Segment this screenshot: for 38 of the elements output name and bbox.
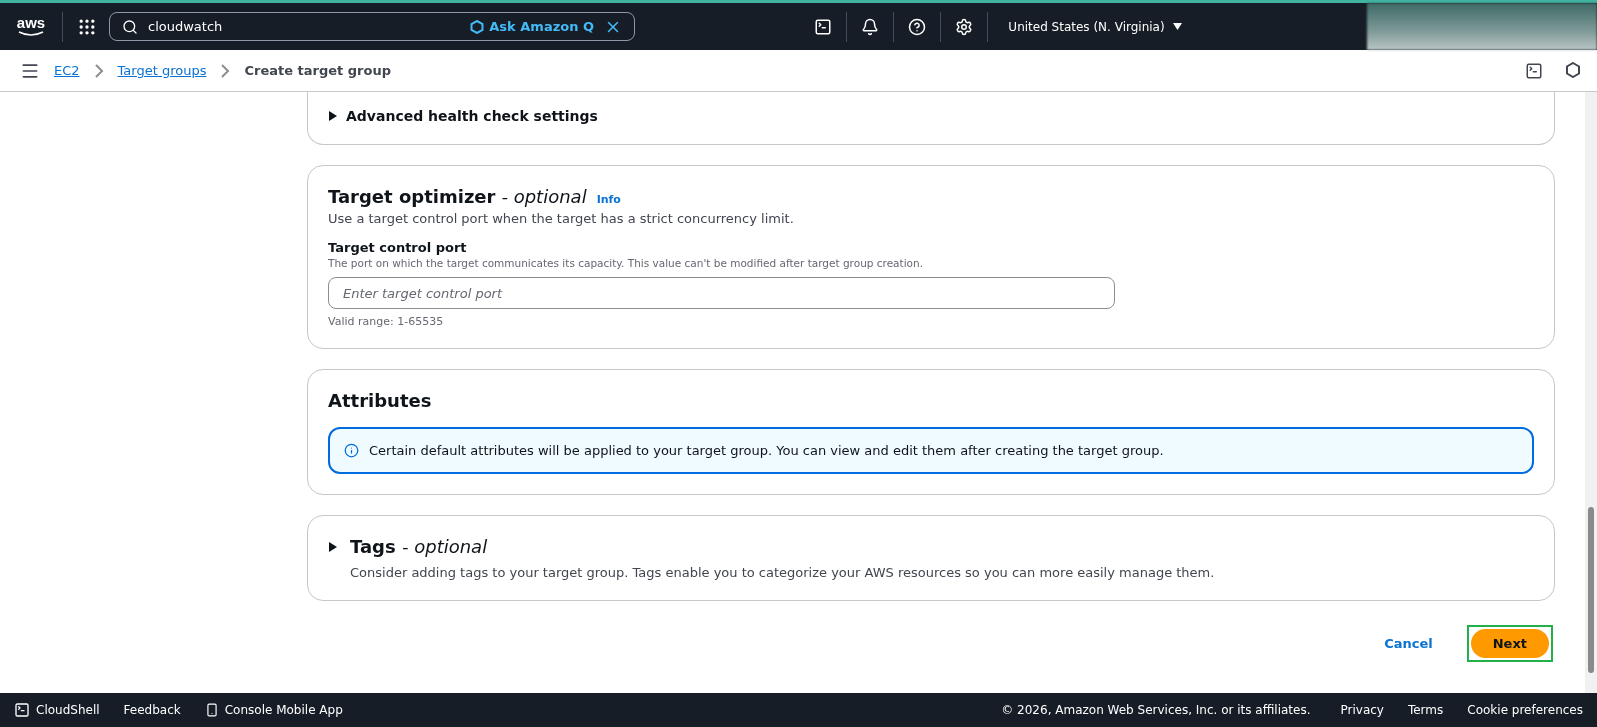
section-description: Consider adding tags to your target group. Tags enable you to categorize your AWS resources so you can more easily manage them. — [350, 565, 1216, 580]
hexagon-icon — [470, 19, 485, 34]
footer-link[interactable]: Terms — [1407, 703, 1444, 717]
footer-link[interactable]: Privacy — [1340, 703, 1384, 717]
field-hint: The port on which the target communicates its capacity. This value can't be modified after target group creation. — [328, 257, 924, 269]
alert-text: Certain default attributes will be applied to your target group. You can view and edit them after creating the target group. — [369, 443, 1164, 458]
expander-header[interactable]: Advanced health check settings — [328, 108, 598, 124]
section-description: Use a target control port when the target has a strict concurrency limit. — [328, 211, 795, 226]
constraint-text: Valid range: 1-65535 — [328, 315, 445, 328]
copyright-text: © 2026, Amazon Web Services, Inc. or its affiliates. — [1001, 703, 1311, 717]
search-icon — [122, 18, 138, 35]
section-title: Attributes — [328, 390, 433, 411]
expander-header[interactable]: Tags - optional — [328, 536, 488, 557]
breadcrumb-link[interactable]: EC2 — [54, 63, 80, 78]
input-field[interactable]: Enter target control port — [328, 277, 1115, 309]
phone-icon — [204, 703, 219, 717]
next-button[interactable]: Next — [1470, 629, 1549, 658]
footer-link[interactable]: CloudShell — [14, 702, 100, 718]
info-icon — [344, 443, 359, 458]
region-selector[interactable]: United States (N. Virginia) — [988, 19, 1202, 34]
footer-link[interactable]: Console Mobile App — [204, 703, 343, 717]
caret-icon — [1172, 23, 1182, 30]
chevron-icon — [93, 63, 104, 78]
breadcrumb-link[interactable]: Target groups — [117, 63, 207, 78]
current-page-title: Create target group — [244, 63, 392, 78]
footer-link[interactable]: Cookie preferences — [1467, 703, 1583, 717]
ask-q-button[interactable]: Ask Amazon Q — [470, 19, 594, 34]
search-field[interactable]: cloudwatch Ask Amazon Q — [109, 12, 635, 41]
terminal-icon — [14, 702, 30, 718]
info-link[interactable]: Info — [596, 193, 621, 206]
footer-link[interactable]: Feedback — [123, 703, 181, 717]
field-label: Target control port — [328, 240, 468, 255]
chevron-icon — [220, 63, 231, 78]
section-title: Target optimizer - optional Info — [328, 186, 622, 207]
feedback-icon[interactable] — [1525, 61, 1543, 80]
aws-logo[interactable]: aws — [14, 11, 48, 42]
cancel-button[interactable]: Cancel — [1378, 635, 1439, 652]
hexagon-icon[interactable] — [1565, 61, 1581, 78]
